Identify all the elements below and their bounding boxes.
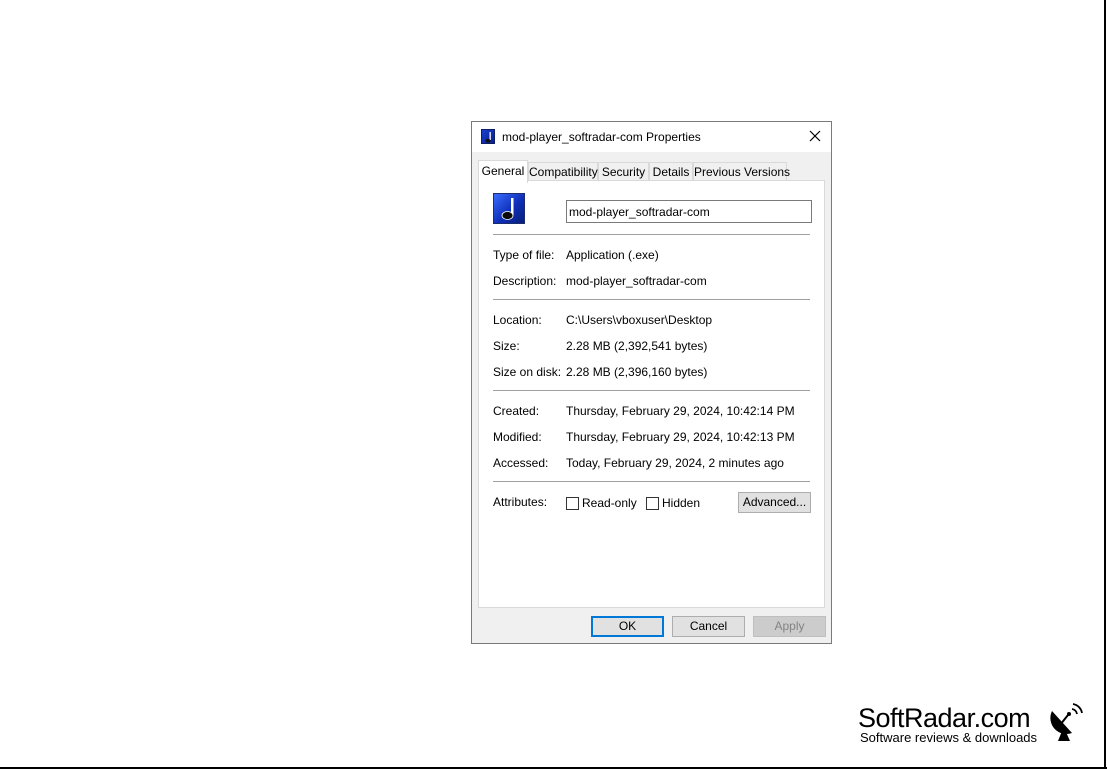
page-right-border [1104,0,1106,769]
file-app-icon [493,193,525,224]
accessed-label: Accessed: [493,456,549,470]
size-on-disk-label: Size on disk: [493,365,562,379]
close-button[interactable] [799,122,831,152]
attributes-label: Attributes: [493,495,548,509]
separator [493,234,810,235]
close-icon [809,130,821,142]
watermark-tagline: Software reviews & downloads [860,730,1038,745]
separator [493,481,810,482]
properties-dialog: mod-player_softradar-com Properties Gene… [471,121,832,644]
separator [493,390,810,391]
size-label: Size: [493,339,520,353]
readonly-checkbox[interactable]: Read-only [566,495,637,511]
music-note-icon [481,129,495,144]
ok-button[interactable]: OK [591,616,664,637]
size-on-disk-value: 2.28 MB (2,396,160 bytes) [566,365,708,379]
location-value: C:\Users\vboxuser\Desktop [566,313,713,327]
modified-value: Thursday, February 29, 2024, 10:42:13 PM [566,430,795,444]
tab-details[interactable]: Details [649,162,693,181]
hidden-checkbox[interactable]: Hidden [646,495,700,511]
apply-button[interactable]: Apply [753,616,826,637]
tab-general[interactable]: General [478,160,528,183]
readonly-label: Read-only [582,496,637,510]
created-value: Thursday, February 29, 2024, 10:42:14 PM [566,404,795,418]
title-bar[interactable]: mod-player_softradar-com Properties [472,122,831,152]
description-value: mod-player_softradar-com [566,274,707,288]
satellite-dish-icon [1050,703,1083,741]
hidden-checkbox-box[interactable] [646,496,659,510]
softradar-watermark: SoftRadar.com Software reviews & downloa… [858,703,1088,751]
tab-security[interactable]: Security [598,162,649,181]
general-tab-panel: Type of file: Application (.exe) Descrip… [478,180,825,608]
tab-previous-versions[interactable]: Previous Versions [693,162,790,181]
tab-compatibility[interactable]: Compatibility [528,162,598,181]
hidden-label: Hidden [662,496,701,510]
type-of-file-label: Type of file: [493,248,555,262]
window-title: mod-player_softradar-com Properties [502,130,701,144]
accessed-value: Today, February 29, 2024, 2 minutes ago [566,456,784,470]
cancel-button[interactable]: Cancel [672,616,745,637]
tab-strip: General Compatibility Security Details P… [478,160,823,183]
location-label: Location: [493,313,542,327]
file-name-input[interactable] [566,200,812,223]
created-label: Created: [493,404,540,418]
description-label: Description: [493,274,557,288]
readonly-checkbox-box[interactable] [566,496,579,510]
advanced-button[interactable]: Advanced... [738,492,811,513]
type-of-file-value: Application (.exe) [566,248,659,262]
modified-label: Modified: [493,430,542,444]
size-value: 2.28 MB (2,392,541 bytes) [566,339,708,353]
separator [493,299,810,300]
